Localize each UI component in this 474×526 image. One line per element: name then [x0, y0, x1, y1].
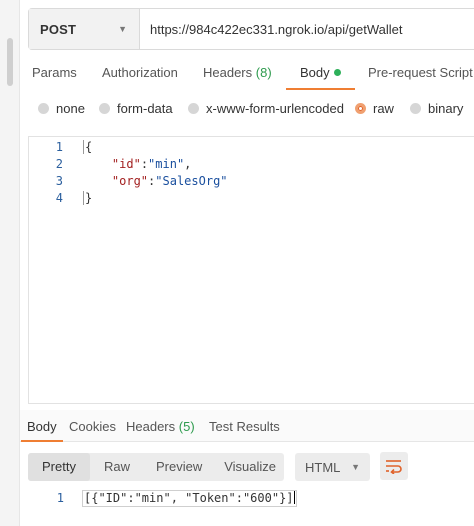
radio-raw[interactable]: raw	[355, 100, 394, 116]
code-line-2: "id":"min",	[111, 157, 192, 171]
preview-button[interactable]: Preview	[144, 453, 214, 481]
radio-none-icon	[38, 102, 49, 114]
format-select-value: HTML	[305, 459, 341, 475]
method-select[interactable]: POST ▼	[29, 9, 140, 49]
response-headers-count-badge: (5)	[178, 419, 195, 434]
pretty-button[interactable]: Pretty	[28, 453, 90, 481]
tab-authorization-label: Authorization	[102, 65, 178, 80]
line-number: 4	[55, 191, 63, 205]
text-cursor	[293, 491, 295, 504]
tab-authorization[interactable]: Authorization	[102, 62, 178, 90]
tab-params-label: Params	[32, 65, 77, 80]
tab-params[interactable]: Params	[32, 62, 77, 90]
request-body-editor[interactable]: 1 2 3 4 { "id":"min", "org":"SalesOrg" }	[28, 136, 474, 404]
json-key: "org"	[111, 174, 149, 188]
line-number: 3	[55, 174, 63, 188]
response-code-line: [{"ID":"min", "Token":"600"}]	[82, 490, 297, 507]
open-brace: {	[83, 140, 93, 154]
wrap-lines-button[interactable]	[380, 452, 408, 480]
radio-binary-label: binary	[428, 100, 464, 116]
radio-none-label: none	[56, 100, 85, 116]
request-url-bar: POST ▼	[28, 8, 474, 50]
line-number: 2	[55, 157, 63, 171]
wrap-lines-icon	[386, 460, 402, 474]
code-line-1: {	[83, 139, 93, 156]
tab-headers-label: Headers	[203, 65, 253, 80]
radio-binary[interactable]: binary	[410, 100, 463, 116]
headers-count-badge: (8)	[255, 65, 272, 80]
tab-response-headers-label: Headers	[126, 419, 176, 434]
active-tab-underline	[21, 440, 63, 442]
tab-prerequest-label: Pre-request Script	[368, 65, 473, 80]
method-label: POST	[40, 21, 77, 37]
line-number: 1	[55, 140, 63, 154]
tab-body-label: Body	[300, 65, 330, 80]
active-tab-underline	[286, 88, 355, 90]
visualize-button[interactable]: Visualize	[214, 453, 286, 481]
url-input[interactable]	[140, 9, 474, 49]
tab-test-results[interactable]: Test Results	[209, 419, 280, 434]
tab-response-body[interactable]: Body	[21, 419, 63, 442]
chevron-down-icon: ▼	[351, 462, 360, 472]
tab-response-body-label: Body	[27, 419, 57, 434]
sidebar-scrollbar[interactable]	[7, 38, 13, 86]
json-value: "min"	[148, 157, 185, 171]
body-modified-dot-icon	[333, 69, 341, 76]
json-key: "id"	[111, 157, 141, 171]
radio-none[interactable]: none	[38, 100, 85, 116]
close-brace: }	[83, 191, 93, 205]
response-view-mode: Pretty Raw Preview Visualize	[28, 453, 284, 481]
radio-form-data-icon	[99, 102, 110, 114]
tab-prerequest-script[interactable]: Pre-request Script	[368, 62, 473, 90]
code-line-4: }	[83, 190, 93, 207]
json-value: "SalesOrg"	[155, 174, 228, 188]
response-format-select[interactable]: HTML ▼	[295, 453, 370, 481]
radio-raw-selected-icon	[355, 102, 366, 114]
tab-cookies[interactable]: Cookies	[69, 419, 116, 434]
radio-form-data[interactable]: form-data	[99, 100, 173, 116]
radio-raw-label: raw	[373, 100, 394, 116]
radio-urlencoded-icon	[188, 102, 199, 114]
tab-body[interactable]: Body	[286, 62, 355, 90]
response-body-viewer[interactable]: 1 [{"ID":"min", "Token":"600"}]	[28, 488, 474, 508]
radio-binary-icon	[410, 102, 421, 114]
line-number: 1	[56, 491, 64, 505]
radio-form-data-label: form-data	[117, 100, 173, 116]
chevron-down-icon: ▼	[118, 24, 127, 34]
tab-cookies-label: Cookies	[69, 419, 116, 434]
raw-button[interactable]: Raw	[90, 453, 144, 481]
left-sidebar-rail	[0, 0, 20, 526]
radio-urlencoded-label: x-www-form-urlencoded	[206, 100, 344, 116]
tab-headers[interactable]: Headers (8)	[203, 62, 272, 90]
editor-gutter: 1 2 3 4	[29, 137, 67, 403]
tab-test-results-label: Test Results	[209, 419, 280, 434]
response-tabs: Body Cookies Headers (5) Test Results	[20, 410, 474, 442]
radio-urlencoded[interactable]: x-www-form-urlencoded	[188, 100, 344, 116]
code-line-3: "org":"SalesOrg"	[111, 174, 228, 188]
tab-response-headers[interactable]: Headers (5)	[126, 419, 195, 434]
response-text: [{"ID":"min", "Token":"600"}]	[84, 491, 294, 505]
